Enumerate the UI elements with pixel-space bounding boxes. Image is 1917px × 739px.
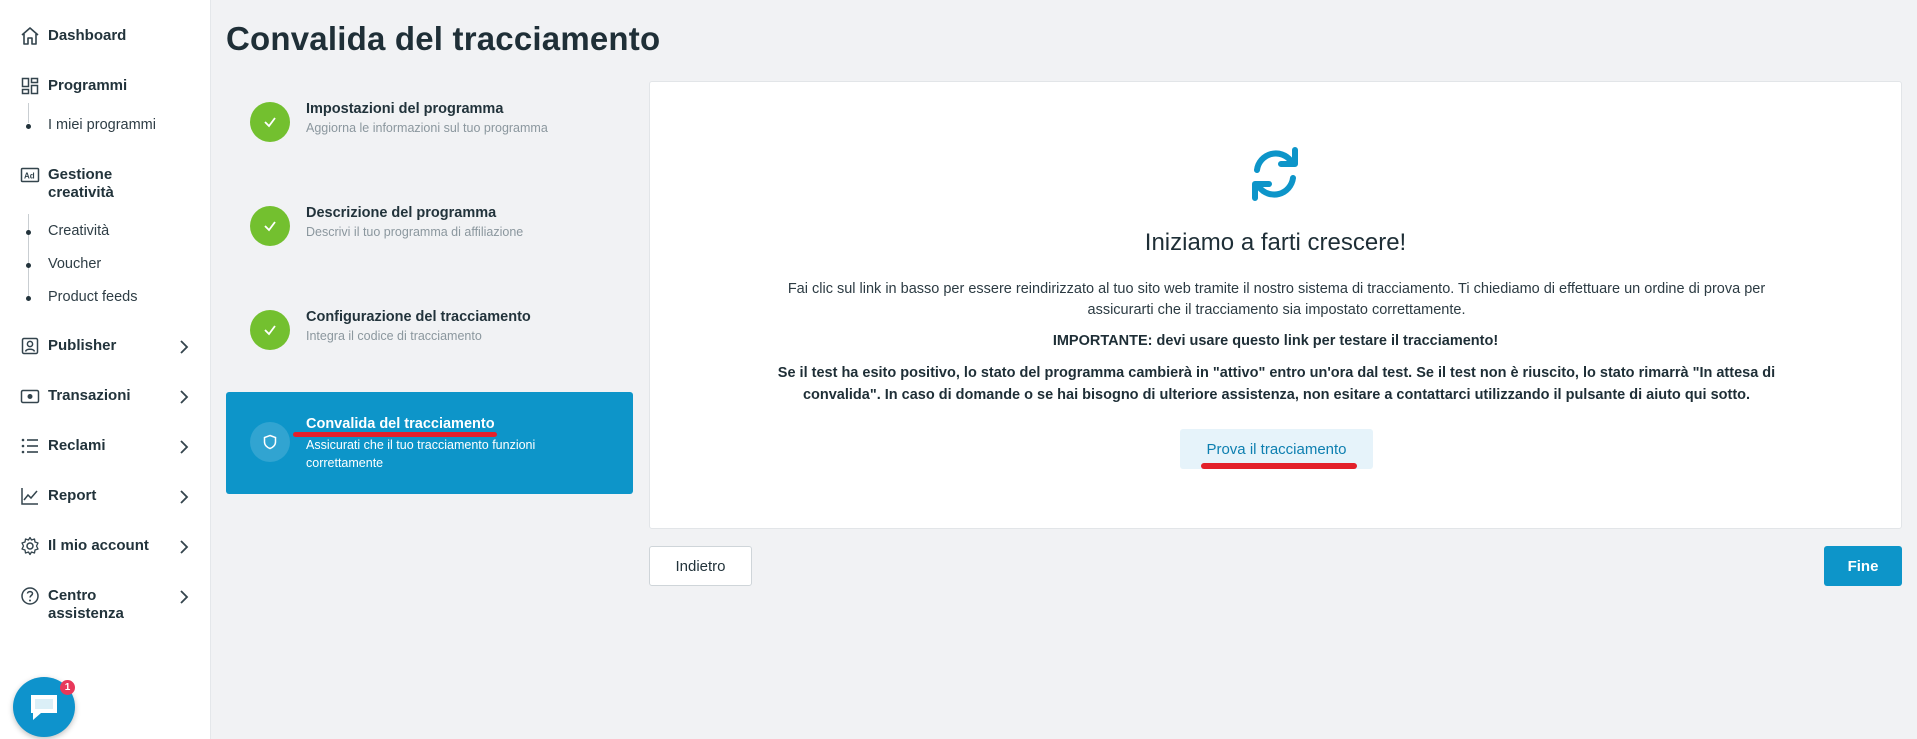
bullet-icon: [26, 230, 31, 235]
chevron-right-icon: [180, 390, 189, 404]
sidebar-subitem-creativita[interactable]: Creatività: [0, 222, 211, 242]
chevron-right-icon: [180, 490, 189, 504]
step-description: Assicurati che il tuo tracciamento funzi…: [306, 438, 536, 470]
sidebar-item-centro-assistenza[interactable]: Centro assistenza: [0, 586, 211, 626]
sidebar-subitem-miei-programmi[interactable]: I miei programmi: [0, 116, 211, 136]
sync-icon: [1252, 147, 1298, 201]
sidebar-item-label: Gestione creatività: [48, 166, 114, 201]
sidebar-subitem-label: I miei programmi: [48, 117, 156, 133]
shield-icon: [263, 434, 277, 450]
sidebar-item-label: Transazioni: [48, 387, 131, 404]
user-badge-icon: [21, 337, 39, 355]
step-configurazione-tracciamento[interactable]: Configurazione del tracciamento Integra …: [226, 281, 633, 383]
sidebar-item-reclami[interactable]: Reclami: [0, 436, 211, 456]
step-title: Impostazioni del programma: [306, 101, 504, 117]
sidebar-subitem-label: Product feeds: [48, 289, 138, 305]
step-complete-indicator: [250, 206, 290, 246]
back-button[interactable]: Indietro: [649, 546, 752, 586]
chevron-right-icon: [180, 590, 189, 604]
sidebar-item-label: Reclami: [48, 437, 106, 454]
step-title: Convalida del tracciamento: [306, 416, 495, 432]
chevron-right-icon: [180, 440, 189, 454]
sidebar-item-programmi[interactable]: Programmi: [0, 76, 211, 96]
gear-icon: [21, 536, 39, 556]
sidebar-item-publisher[interactable]: Publisher: [0, 336, 211, 356]
sidebar-item-label: Dashboard: [48, 27, 127, 44]
checkmark-icon: [264, 325, 276, 336]
sidebar-subitem-label: Creatività: [48, 223, 110, 239]
chevron-right-icon: [180, 340, 189, 354]
card-status-info: Se il test ha esito positivo, lo stato d…: [777, 365, 1776, 403]
home-icon: [21, 27, 39, 45]
step-description: Integra il codice di tracciamento: [306, 329, 482, 343]
step-title: Descrizione del programma: [306, 205, 497, 221]
checkmark-icon: [264, 117, 276, 128]
sidebar-item-label: Report: [48, 487, 97, 504]
checkmark-icon: [264, 221, 276, 232]
sidebar-subitem-label: Voucher: [48, 256, 102, 272]
sidebar-item-transazioni[interactable]: Transazioni: [0, 386, 211, 406]
page-title: Convalida del tracciamento: [226, 20, 661, 57]
list-icon: [21, 438, 38, 454]
card-instructions: Fai clic sul link in basso per essere re…: [787, 281, 1766, 318]
sidebar-item-label: Programmi: [48, 77, 128, 94]
sidebar-item-report[interactable]: Report: [0, 486, 211, 506]
bullet-icon: [26, 263, 31, 268]
chevron-right-icon: [180, 540, 189, 554]
sidebar-item-label: Publisher: [48, 337, 117, 354]
annotation-underline: [1201, 463, 1357, 469]
svg-text:Ad: Ad: [24, 172, 35, 181]
bullet-icon: [26, 296, 31, 301]
sidebar-subitem-product-feeds[interactable]: Product feeds: [0, 288, 211, 308]
card-important-note: IMPORTANTE: devi usare questo link per t…: [1052, 333, 1499, 349]
help-icon: [21, 587, 39, 605]
sidebar-item-label: Centro assistenza: [48, 587, 124, 622]
annotation-underline: [293, 432, 497, 437]
step-complete-indicator: [250, 310, 290, 350]
finish-button[interactable]: Fine: [1824, 546, 1902, 586]
chat-notification-badge: 1: [60, 680, 75, 695]
step-impostazioni-programma[interactable]: Impostazioni del programma Aggiorna le i…: [226, 73, 633, 175]
sidebar: Dashboard Programmi I miei programmi Ad …: [0, 0, 211, 739]
step-convalida-tracciamento[interactable]: Convalida del tracciamento Assicurati ch…: [226, 392, 633, 494]
step-descrizione-programma[interactable]: Descrizione del programma Descrivi il tu…: [226, 177, 633, 279]
ad-icon: Ad: [20, 167, 40, 183]
chart-line-icon: [21, 488, 38, 505]
step-description: Descrivi il tuo programma di affiliazion…: [306, 225, 524, 239]
sidebar-item-label: Il mio account: [48, 537, 149, 554]
wallet-icon: [20, 389, 40, 404]
step-complete-indicator: [250, 102, 290, 142]
chat-icon: [31, 695, 57, 720]
sidebar-item-dashboard[interactable]: Dashboard: [0, 26, 211, 46]
step-description: Aggiorna le informazioni sul tuo program…: [306, 121, 548, 135]
validation-card: Iniziamo a farti crescere! Fai clic sul …: [649, 81, 1902, 529]
sidebar-item-il-mio-account[interactable]: Il mio account: [0, 536, 211, 556]
step-title: Configurazione del tracciamento: [306, 309, 531, 325]
bullet-icon: [26, 124, 31, 129]
card-heading: Iniziamo a farti crescere!: [1144, 229, 1407, 256]
grid-icon: [21, 77, 39, 95]
step-active-indicator: [250, 422, 290, 462]
sidebar-item-gestione-creativita[interactable]: Ad Gestione creatività: [0, 165, 211, 205]
sidebar-subitem-voucher[interactable]: Voucher: [0, 255, 211, 275]
